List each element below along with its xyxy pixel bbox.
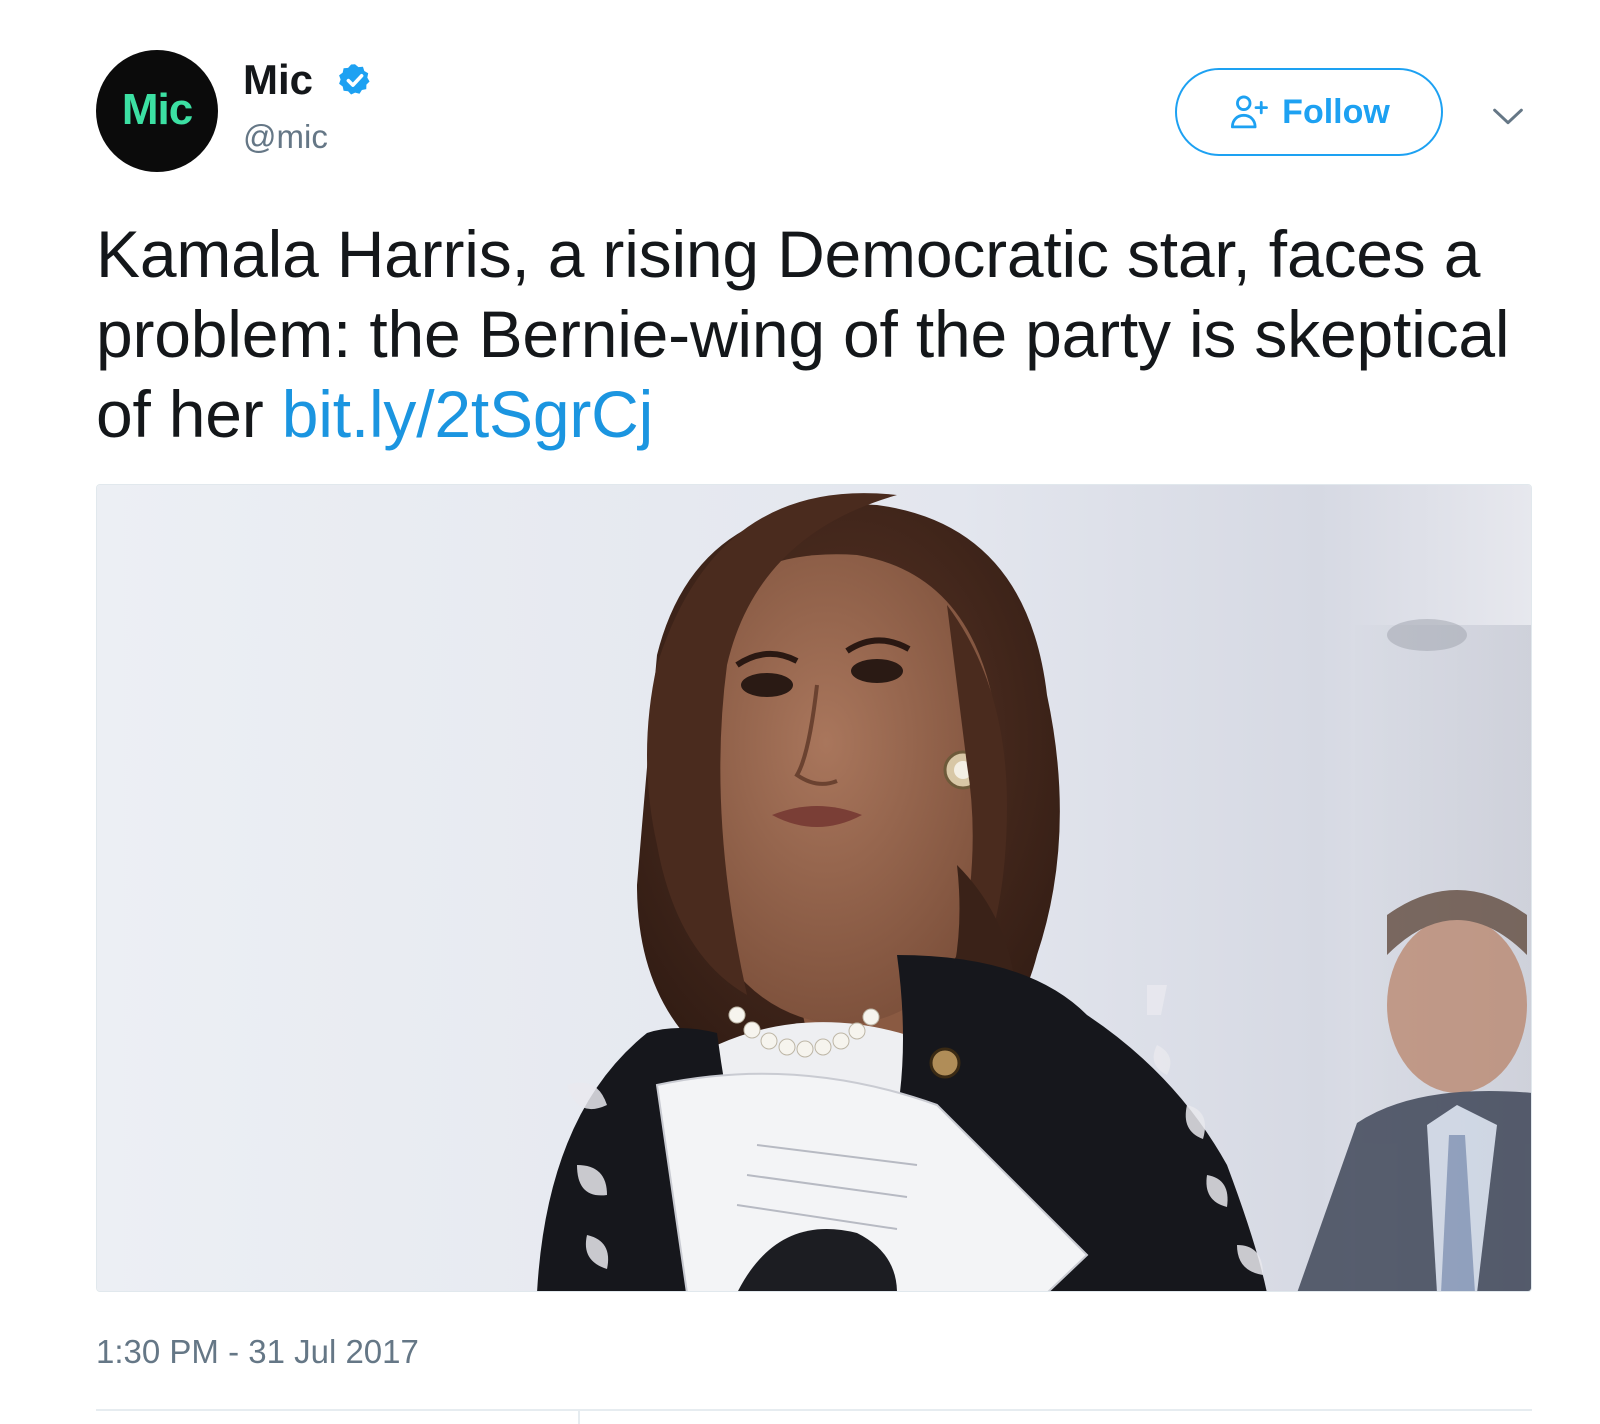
author-name[interactable]: Mic	[243, 56, 313, 104]
add-user-icon	[1231, 95, 1269, 129]
tweet-photo[interactable]	[96, 484, 1532, 1292]
divider	[96, 1409, 1532, 1411]
follow-button-label: Follow	[1282, 92, 1390, 131]
author-handle[interactable]: @mic	[243, 117, 328, 157]
divider-tick	[578, 1409, 580, 1424]
tweet-timestamp[interactable]: 1:30 PM - 31 Jul 2017	[96, 1332, 419, 1372]
tweet-link[interactable]: bit.ly/2tSgrCj	[282, 377, 654, 451]
tweet-text: Kamala Harris, a rising Democratic star,…	[96, 214, 1556, 454]
follow-button[interactable]: Follow	[1175, 68, 1443, 156]
chevron-down-icon[interactable]	[1488, 96, 1528, 136]
tweet-card: Mic Mic @mic Follow Kamala Harris, a ris…	[0, 0, 1600, 1424]
verified-badge-icon	[339, 64, 370, 95]
photo-illustration	[97, 485, 1531, 1291]
avatar-logo-text: Mic	[121, 85, 193, 134]
avatar[interactable]: Mic	[96, 50, 218, 172]
